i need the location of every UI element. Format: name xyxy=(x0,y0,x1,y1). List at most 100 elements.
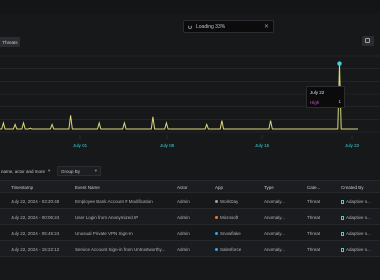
column-header-created-by[interactable]: Created By xyxy=(341,185,364,190)
loading-toast: Loading 33% ✕ xyxy=(183,20,274,33)
group-by-label: Group By xyxy=(61,168,81,174)
loading-spinner-icon xyxy=(188,24,192,29)
cell-created-by: Adaptive s... xyxy=(341,247,371,252)
cell-created-by: Adaptive s... xyxy=(341,231,371,236)
cell-text: Unusual Private VPN Sign-In xyxy=(75,231,133,236)
cell-type: Anomaly... xyxy=(264,247,285,252)
cell-text: Service Account Sign-in from Untrustwort… xyxy=(75,247,166,252)
cell-text: Threat xyxy=(307,231,321,236)
cell-text: July 22, 2024 - 15:22:12 xyxy=(11,247,60,252)
cell-text: Anomaly... xyxy=(264,247,285,252)
cell-text: WorkDay xyxy=(220,199,239,204)
table-header: Timestamp Event Name Actor App Type Cate… xyxy=(0,180,380,193)
cell-timestamp: July 22, 2024 - 00:06:24 xyxy=(11,215,59,220)
cell-text: Adaptive s... xyxy=(346,199,371,204)
column-header-timestamp[interactable]: Timestamp xyxy=(11,185,33,190)
cell-timestamp: July 22, 2024 - 03:20:48 xyxy=(11,199,59,204)
cell-actor: Admin xyxy=(177,199,190,204)
x-tick-label: July 08 xyxy=(160,143,175,148)
cell-actor: Admin xyxy=(177,215,190,220)
top-bar xyxy=(0,0,380,14)
cell-text: Microsoft xyxy=(220,215,239,220)
cell-app: WorkDay xyxy=(215,199,238,204)
cell-created-by: Adaptive s... xyxy=(341,199,371,204)
expand-icon xyxy=(365,38,370,43)
tab-threats[interactable]: Threats xyxy=(0,37,20,47)
cell-event-name: User Login from Anonymized IP xyxy=(75,215,138,220)
column-header-type[interactable]: Type xyxy=(264,185,274,190)
app-icon xyxy=(215,216,218,220)
cell-text: Salesforce xyxy=(220,247,242,252)
column-header-category[interactable]: Cate... xyxy=(307,185,320,190)
cell-text: Threat xyxy=(307,199,321,204)
column-header-app[interactable]: App xyxy=(215,185,223,190)
cell-event-name: Unusual Private VPN Sign-In xyxy=(75,231,133,236)
tooltip-value: 1 xyxy=(338,99,341,104)
cell-category: Threat xyxy=(307,199,320,204)
app-icon xyxy=(215,248,218,252)
cell-text: July 22, 2024 - 05:45:24 xyxy=(11,231,60,236)
cell-timestamp: July 22, 2024 - 15:22:12 xyxy=(11,247,59,252)
tab-threats-label: Threats xyxy=(2,39,18,45)
cell-app: Salesforce xyxy=(215,247,241,252)
cell-timestamp: July 22, 2024 - 05:45:24 xyxy=(11,231,59,236)
cell-type: Anomaly... xyxy=(264,231,285,236)
shield-icon xyxy=(341,247,344,252)
cell-text: Adaptive s... xyxy=(346,215,371,220)
cell-app: Microsoft xyxy=(215,215,238,220)
shield-icon xyxy=(341,199,344,204)
table-row[interactable]: July 22, 2024 - 05:45:24 Unusual Private … xyxy=(0,225,380,241)
cell-text: User Login from Anonymized IP xyxy=(75,215,139,220)
chart-tooltip: July 22 High 1 xyxy=(306,86,345,108)
close-icon[interactable]: ✕ xyxy=(264,23,269,30)
chevron-down-icon: ▾ xyxy=(94,168,97,173)
cell-actor: Admin xyxy=(177,247,190,252)
cell-event-name: Service Account Sign-in from Untrustwort… xyxy=(75,247,165,252)
cell-event-name: Employee Bank Account # Modification xyxy=(75,199,153,204)
tooltip-date: July 22 xyxy=(310,90,325,95)
shield-icon xyxy=(341,215,344,220)
group-by-select[interactable]: Group By ▾ xyxy=(57,166,101,176)
app-icon xyxy=(215,232,218,236)
cell-category: Threat xyxy=(307,231,320,236)
table-row[interactable]: July 22, 2024 - 03:20:48 Employee Bank Ac… xyxy=(0,193,380,209)
highlight-point xyxy=(337,61,342,66)
cell-text: Employee Bank Account # Modification xyxy=(75,199,153,204)
column-header-actor[interactable]: Actor xyxy=(177,185,188,190)
table-row[interactable]: July 22, 2024 - 00:06:24 User Login from … xyxy=(0,209,380,225)
cell-category: Threat xyxy=(307,215,320,220)
cell-text: Snowflake xyxy=(220,231,241,236)
cell-actor: Admin xyxy=(177,231,190,236)
tooltip-label: High xyxy=(310,100,320,105)
cell-text: Anomaly... xyxy=(264,231,285,236)
cell-text: Admin xyxy=(177,215,190,220)
cell-text: Admin xyxy=(177,231,190,236)
cell-text: Adaptive s... xyxy=(346,247,371,252)
x-tick-label: July 15 xyxy=(255,143,270,148)
cell-text: July 22, 2024 - 03:20:48 xyxy=(11,199,60,204)
search-filter[interactable]: name, actor and more ▾ xyxy=(0,166,52,176)
events-table: Timestamp Event Name Actor App Type Cate… xyxy=(0,180,380,257)
cell-text: Anomaly... xyxy=(264,215,285,220)
cell-category: Threat xyxy=(307,247,320,252)
table-row[interactable]: July 22, 2024 - 15:22:12 Service Account … xyxy=(0,241,380,257)
cell-text: Adaptive s... xyxy=(346,231,371,236)
search-filter-label: name, actor and more xyxy=(1,168,46,174)
cell-text: Admin xyxy=(177,247,190,252)
cell-text: Threat xyxy=(307,215,321,220)
cell-app: Snowflake xyxy=(215,231,241,236)
cell-type: Anomaly... xyxy=(264,215,285,220)
app-icon xyxy=(215,200,218,204)
cell-type: Anomaly... xyxy=(264,199,285,204)
x-tick-label: July 22 xyxy=(345,143,360,148)
shield-icon xyxy=(341,231,344,236)
loading-text: Loading 33% xyxy=(196,23,226,30)
cell-text: July 22, 2024 - 00:06:24 xyxy=(11,215,60,220)
cell-created-by: Adaptive s... xyxy=(341,215,371,220)
chevron-down-icon: ▾ xyxy=(48,168,51,173)
cell-text: Admin xyxy=(177,199,190,204)
cell-text: Anomaly... xyxy=(264,199,285,204)
zoom-button[interactable] xyxy=(362,36,374,46)
cell-text: Threat xyxy=(307,247,321,252)
column-header-event-name[interactable]: Event Name xyxy=(75,185,100,190)
